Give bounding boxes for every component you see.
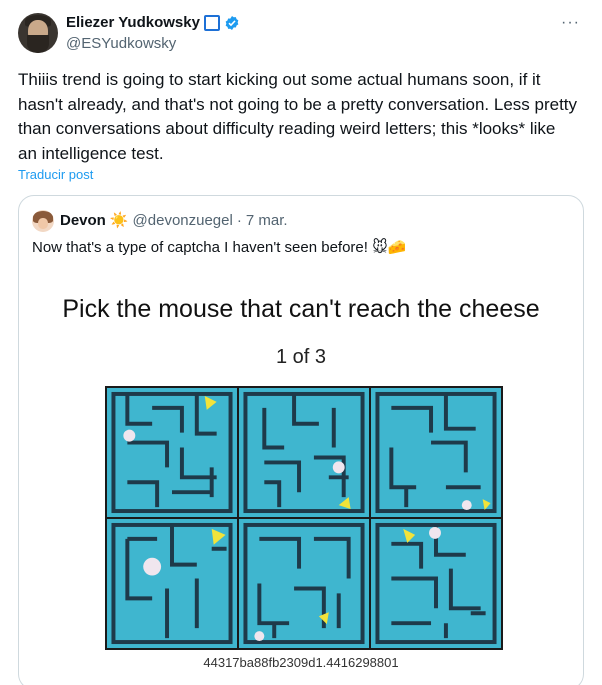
quoted-separator: · <box>236 211 242 229</box>
tweet-text: Thiiis trend is going to start kicking o… <box>18 70 578 163</box>
sun-emoji-icon: ☀️ <box>109 212 129 229</box>
captcha-title: Pick the mouse that can't reach the chee… <box>62 295 540 323</box>
maze-image <box>243 522 365 645</box>
author-display-name[interactable]: Eliezer Yudkowsky <box>66 14 200 31</box>
mouse-icon <box>143 557 162 576</box>
cheese-icon <box>482 499 491 511</box>
maze-option-1[interactable] <box>107 388 237 517</box>
author-handle[interactable]: @ESYudkowsky <box>66 35 176 52</box>
translate-post-link[interactable]: Traducir post <box>18 167 93 182</box>
quoted-header: Devon ☀️ @devonzuegel · 7 mar. <box>60 211 288 230</box>
blue-square-icon <box>203 14 220 31</box>
cheese-icon <box>338 497 351 510</box>
captcha-id: 44317ba88fb2309d1.4416298801 <box>203 655 399 670</box>
maze-image <box>375 522 497 645</box>
mouse-icon <box>332 461 345 474</box>
more-options-icon[interactable]: ··· <box>561 14 580 32</box>
maze-image <box>111 391 233 514</box>
maze-option-6[interactable] <box>371 519 501 648</box>
maze-image <box>111 522 233 645</box>
quoted-handle: @devonzuegel <box>132 211 233 229</box>
author-name-row: Eliezer Yudkowsky <box>66 14 240 31</box>
cheese-icon <box>403 528 416 543</box>
maze-image <box>375 391 497 514</box>
mouse-icon <box>429 526 441 539</box>
captcha-counter: 1 of 3 <box>275 346 327 368</box>
maze-option-2[interactable] <box>239 388 369 517</box>
mouse-icon <box>254 631 265 642</box>
maze-option-5[interactable] <box>239 519 369 648</box>
maze-image <box>243 391 365 514</box>
cheese-icon <box>211 528 226 545</box>
quoted-display-name: Devon <box>60 211 106 229</box>
author-avatar[interactable] <box>18 13 58 53</box>
quoted-avatar <box>32 210 54 232</box>
verified-badge-icon <box>225 15 239 30</box>
maze-option-4[interactable] <box>107 519 237 648</box>
maze-option-3[interactable] <box>371 388 501 517</box>
quoted-text: Now that's a type of captcha I haven't s… <box>32 239 407 256</box>
quoted-tweet[interactable]: Devon ☀️ @devonzuegel · 7 mar. Now that'… <box>18 195 584 685</box>
mouse-icon <box>123 429 136 442</box>
cheese-icon <box>204 395 217 410</box>
quoted-date: 7 mar. <box>245 211 288 229</box>
mouse-icon <box>461 500 472 511</box>
maze-grid <box>105 386 503 650</box>
